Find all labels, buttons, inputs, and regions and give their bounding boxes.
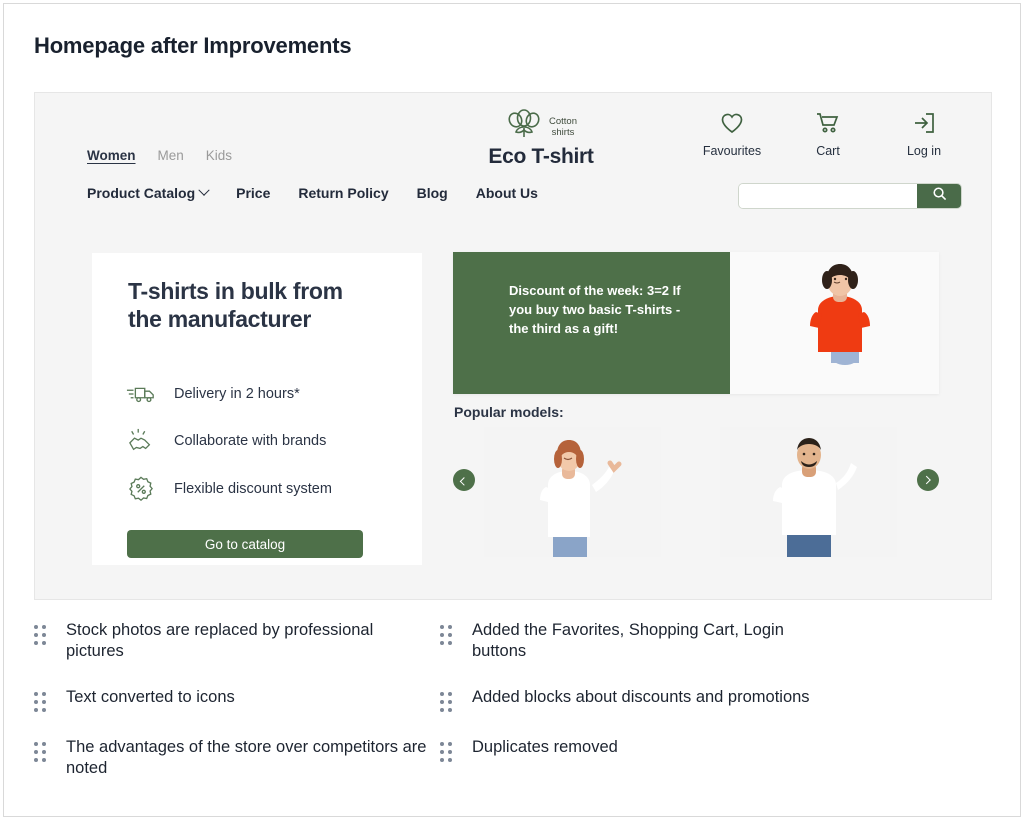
delivery-truck-icon — [125, 378, 157, 410]
chevron-right-icon — [922, 475, 931, 485]
drag-handle-icon — [440, 687, 454, 713]
feature-brands-label: Collaborate with brands — [174, 433, 327, 449]
website-mockup: Women Men Kids Product Catalog Price Ret… — [34, 92, 992, 600]
feature-delivery-label: Delivery in 2 hours* — [174, 386, 300, 402]
hero-card: T-shirts in bulk from the manufacturer D… — [92, 253, 422, 565]
shopping-cart-icon — [815, 113, 841, 139]
cat-nav-kids[interactable]: Kids — [206, 148, 232, 163]
carousel-next-button[interactable] — [917, 469, 939, 491]
drag-handle-icon — [440, 620, 454, 646]
percent-badge-icon — [125, 473, 157, 505]
nav-label: Product Catalog — [87, 185, 196, 201]
cat-nav-women[interactable]: Women — [87, 148, 136, 163]
nav-item-return-policy[interactable]: Return Policy — [298, 185, 388, 201]
chevron-down-icon — [198, 184, 210, 196]
slide-frame: Homepage after Improvements Women Men Ki… — [3, 3, 1021, 817]
feature-discount-label: Flexible discount system — [174, 481, 332, 497]
heart-icon — [719, 113, 745, 139]
search-icon — [932, 186, 947, 206]
nav-item-price[interactable]: Price — [236, 185, 270, 201]
search-input[interactable] — [739, 184, 917, 208]
logo-tagline-line1: Cotton — [549, 115, 577, 127]
login-arrow-icon — [911, 113, 937, 139]
drag-handle-icon — [34, 687, 48, 713]
popular-models-carousel — [453, 427, 939, 557]
drag-handle-icon — [34, 620, 48, 646]
logo-name: Eco T-shirt — [488, 145, 594, 168]
go-to-catalog-button[interactable]: Go to catalog — [127, 530, 363, 558]
improvement-text: Added blocks about discounts and promoti… — [472, 687, 810, 706]
carousel-prev-button[interactable] — [453, 469, 475, 491]
page-title: Homepage after Improvements — [34, 33, 352, 58]
cart-button[interactable]: Cart — [797, 111, 859, 158]
handshake-icon — [125, 425, 157, 457]
feature-discount: Flexible discount system — [125, 473, 332, 505]
nav-item-about-us[interactable]: About Us — [476, 185, 538, 201]
improvement-text: Added the Favorites, Shopping Cart, Logi… — [472, 621, 784, 661]
discount-banner-photo — [730, 252, 939, 394]
list-item: Duplicates removed — [440, 737, 840, 763]
list-item: The advantages of the store over competi… — [34, 737, 434, 780]
main-nav: Product Catalog Price Return Policy Blog… — [87, 184, 538, 201]
chevron-left-icon — [459, 477, 469, 486]
improvement-text: The advantages of the store over competi… — [66, 737, 427, 778]
discount-banner[interactable]: Discount of the week: 3=2 If you buy two… — [453, 252, 939, 394]
feature-brands: Collaborate with brands — [125, 425, 326, 457]
carousel-slide-man[interactable] — [720, 427, 897, 557]
improvements-left-column: Stock photos are replaced by professiona… — [34, 620, 434, 804]
discount-banner-text: Discount of the week: 3=2 If you buy two… — [509, 283, 681, 336]
login-button[interactable]: Log in — [893, 111, 955, 158]
login-label: Log in — [906, 144, 942, 158]
improvement-text: Text converted to icons — [66, 687, 235, 706]
carousel-slide-woman[interactable] — [484, 427, 661, 557]
logo-tagline: Cotton shirts — [549, 115, 577, 139]
popular-models-title: Popular models: — [454, 404, 564, 420]
drag-handle-icon — [440, 737, 454, 763]
improvement-text: Stock photos are replaced by professiona… — [66, 621, 374, 661]
account-actions: Favourites Cart Log in — [701, 111, 955, 158]
nav-item-blog[interactable]: Blog — [417, 185, 448, 201]
logo-tagline-line2: shirts — [551, 126, 575, 138]
list-item: Added blocks about discounts and promoti… — [440, 687, 840, 713]
category-nav: Women Men Kids — [87, 148, 232, 163]
favourites-label: Favourites — [702, 144, 762, 158]
feature-delivery: Delivery in 2 hours* — [125, 378, 300, 410]
nav-item-product-catalog[interactable]: Product Catalog — [87, 184, 210, 201]
cat-nav-men[interactable]: Men — [158, 148, 184, 163]
cotton-plant-icon — [505, 106, 543, 147]
site-logo[interactable]: Cotton shirts Eco T-shirt — [451, 106, 631, 169]
list-item: Added the Favorites, Shopping Cart, Logi… — [440, 620, 840, 663]
discount-banner-text-panel: Discount of the week: 3=2 If you buy two… — [453, 252, 730, 394]
list-item: Text converted to icons — [34, 687, 434, 713]
search-button[interactable] — [917, 184, 961, 208]
hero-heading: T-shirts in bulk from the manufacturer — [128, 278, 343, 332]
improvement-text: Duplicates removed — [472, 737, 618, 756]
search-bar — [738, 183, 962, 209]
list-item: Stock photos are replaced by professiona… — [34, 620, 434, 663]
cart-label: Cart — [816, 144, 840, 158]
drag-handle-icon — [34, 737, 48, 763]
improvements-right-column: Added the Favorites, Shopping Cart, Logi… — [440, 620, 840, 787]
favourites-button[interactable]: Favourites — [701, 111, 763, 158]
